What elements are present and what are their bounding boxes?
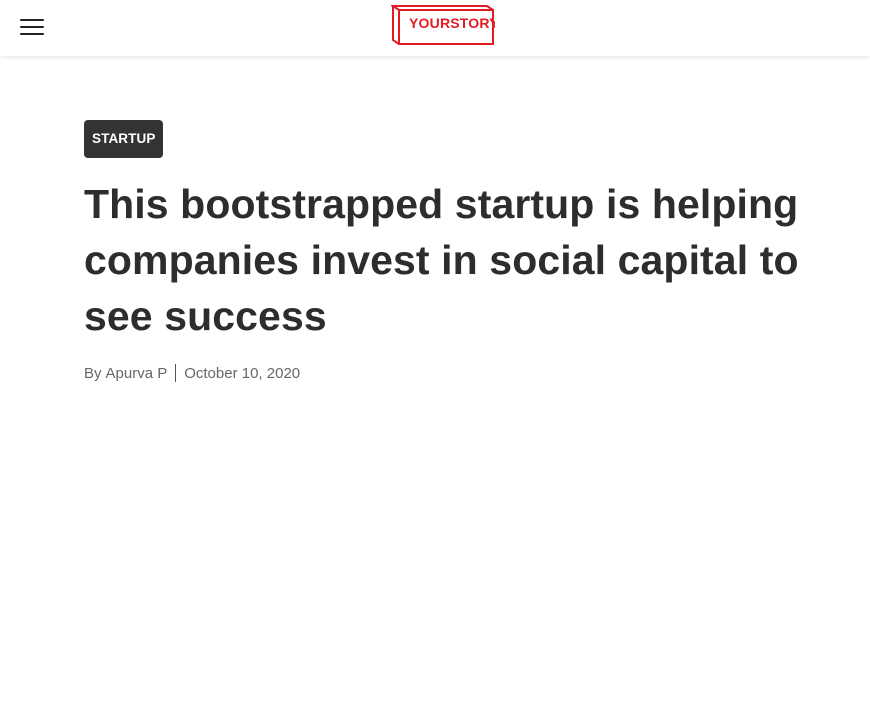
yourstory-logo[interactable]: YOURSTORY xyxy=(391,4,495,46)
author-link[interactable]: Apurva P xyxy=(106,365,168,382)
hamburger-menu-icon[interactable] xyxy=(20,19,44,37)
article-meta: By Apurva P October 10, 2020 xyxy=(84,362,804,384)
publish-date: October 10, 2020 xyxy=(184,364,301,382)
article-title: This bootstrapped startup is helping com… xyxy=(84,181,799,339)
site-header: YOURSTORY xyxy=(0,0,870,56)
category-tag[interactable]: STARTUP xyxy=(84,120,164,158)
article-header: STARTUP This bootstrapped startup is hel… xyxy=(84,120,804,384)
menu-bar-bottom xyxy=(20,33,44,35)
logo-text: YOURSTORY xyxy=(409,15,495,31)
byline-prefix: By xyxy=(84,364,102,382)
menu-bar-top xyxy=(20,19,44,21)
menu-bar-middle xyxy=(20,26,44,28)
meta-divider xyxy=(175,364,177,382)
